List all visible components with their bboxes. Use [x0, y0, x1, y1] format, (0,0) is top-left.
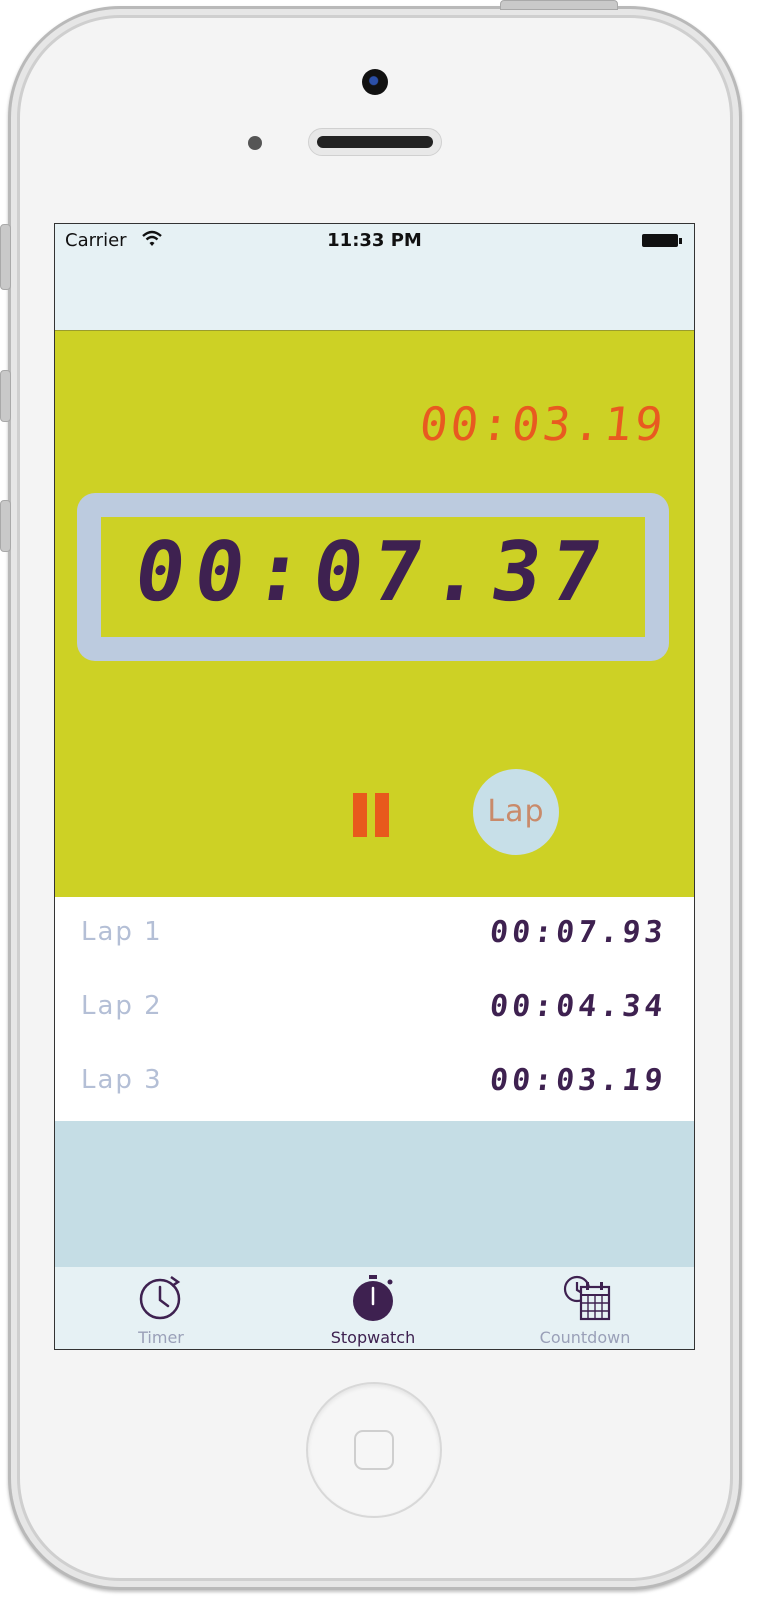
volume-down-button — [0, 500, 11, 552]
time-display-screen: 00:07.37 — [101, 517, 645, 637]
lap-button[interactable]: Lap — [473, 769, 559, 855]
lap-time: 00:07.93 — [487, 915, 668, 950]
tab-label: Timer — [138, 1328, 184, 1347]
power-button — [500, 0, 618, 10]
stopwatch-icon — [353, 1275, 393, 1321]
tab-countdown[interactable]: Countdown — [510, 1267, 660, 1349]
status-bar: Carrier 11:33 PM — [55, 224, 694, 330]
timer-icon — [139, 1275, 181, 1320]
pause-icon-bar — [375, 793, 389, 837]
list-item: Lap 1 00:07.93 — [55, 897, 694, 971]
time-display: 00:07.37 — [77, 493, 669, 661]
lap-label: Lap 2 — [81, 991, 163, 1021]
list-item: Lap 2 00:04.34 — [55, 971, 694, 1045]
app-screen: Carrier 11:33 PM 00:03.19 00:07.37 Lap L… — [54, 223, 695, 1350]
tab-stopwatch[interactable]: Stopwatch — [298, 1267, 448, 1349]
mute-switch — [0, 224, 11, 290]
lap-label: Lap 1 — [81, 917, 163, 947]
battery-icon — [642, 234, 682, 247]
proximity-sensor — [248, 136, 262, 150]
tab-timer[interactable]: Timer — [86, 1267, 236, 1349]
volume-up-button — [0, 370, 11, 422]
stopwatch-panel: 00:03.19 00:07.37 Lap — [55, 330, 694, 898]
pause-button[interactable] — [351, 793, 391, 837]
front-camera — [362, 69, 388, 95]
pause-icon — [353, 793, 367, 837]
tab-bar: Timer Stopwatch Countdown — [55, 1267, 694, 1349]
lap-time: 00:04.34 — [487, 989, 668, 1024]
list-item: Lap 3 00:03.19 — [55, 1045, 694, 1119]
lap-list: Lap 1 00:07.93 Lap 2 00:04.34 Lap 3 00:0… — [55, 897, 694, 1121]
home-button[interactable] — [306, 1382, 442, 1518]
tab-label: Countdown — [539, 1328, 631, 1347]
main-time: 00:07.37 — [128, 525, 618, 620]
current-lap-time: 00:03.19 — [417, 397, 669, 451]
status-time: 11:33 PM — [327, 230, 422, 251]
lap-time: 00:03.19 — [487, 1063, 668, 1098]
tab-label: Stopwatch — [330, 1328, 416, 1347]
lap-label: Lap 3 — [81, 1065, 163, 1095]
countdown-icon — [563, 1275, 611, 1321]
earpiece-speaker — [308, 128, 442, 156]
